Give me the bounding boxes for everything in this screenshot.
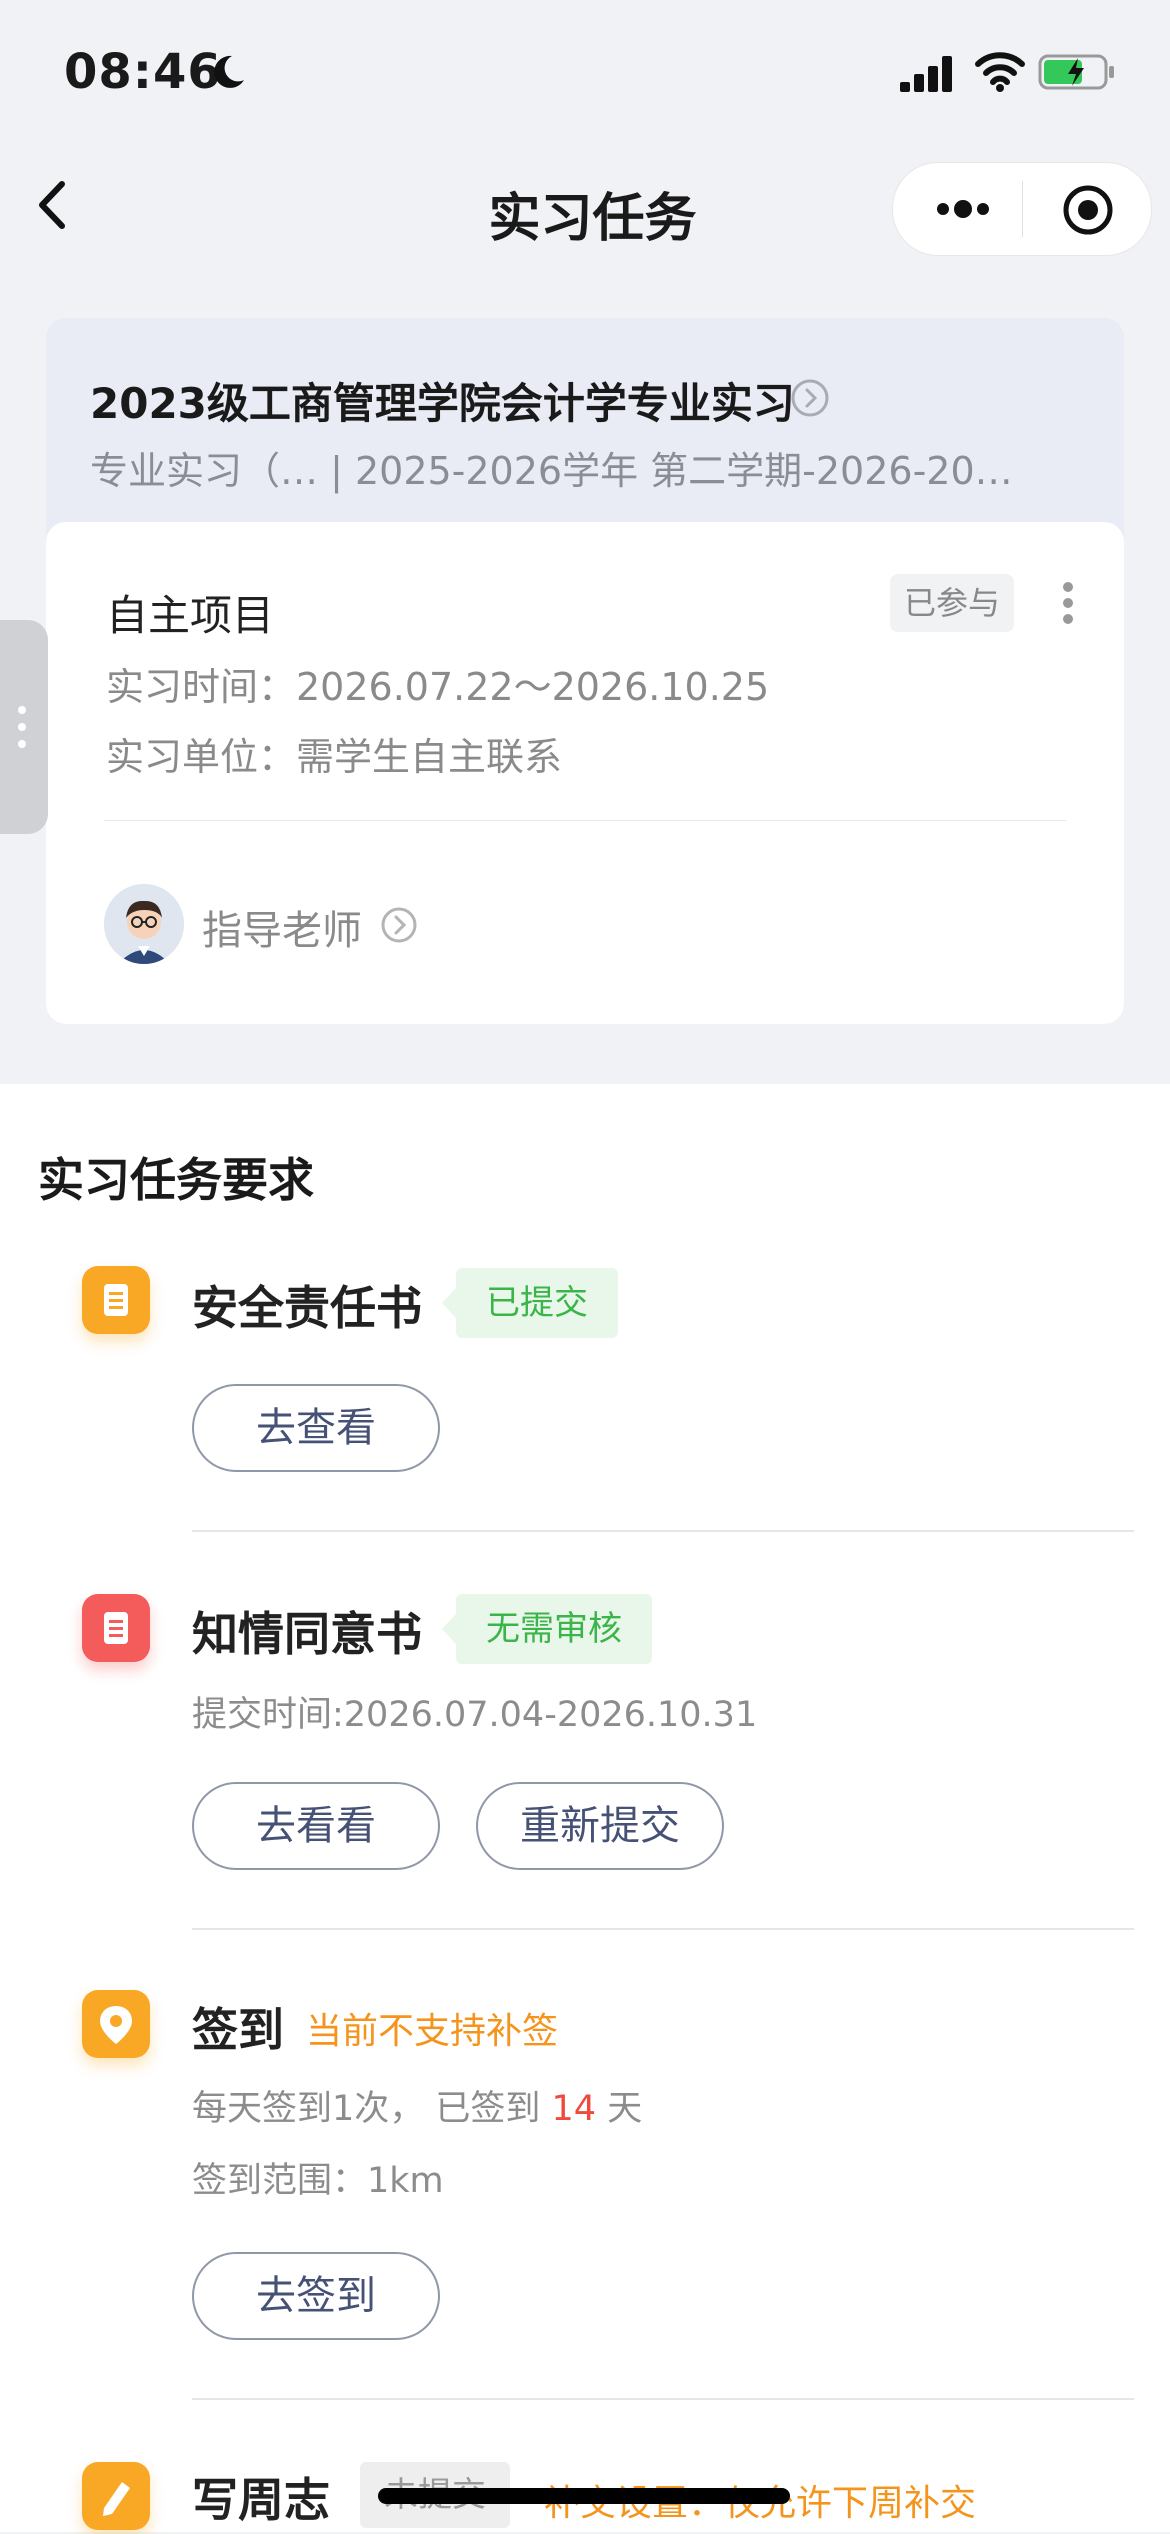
handle-dots-icon [18, 706, 26, 748]
checkin-range: 签到范围：1km [192, 2161, 444, 2201]
moon-icon [214, 55, 244, 88]
internship-time: 实习时间：2026.07.22～2026.10.25 [106, 665, 770, 709]
checkin-count: 14 [551, 2089, 597, 2129]
project-card: 自主项目 已参与 实习时间：2026.07.22～2026.10.25 实习单位… [46, 522, 1124, 1024]
more-options-icon[interactable] [933, 191, 993, 227]
resubmit-button[interactable]: 重新提交 [476, 1782, 724, 1870]
task-name: 写周志 [192, 2473, 330, 2527]
status-tag: 已提交 [442, 1268, 618, 1338]
task-name: 知情同意书 [192, 1607, 422, 1661]
chevron-right-circle-icon[interactable] [790, 378, 830, 418]
checkin-text: 每天签到1次， 已签到 [192, 2089, 552, 2129]
project-name: 自主项目 [106, 591, 275, 640]
requirements-panel: 实习任务要求 安全责任书 已提交 去查看 知情同意书 无需审核 提交时间:202… [0, 1084, 1170, 2532]
status-tag: 无需审核 [442, 1594, 652, 1664]
task-divider [192, 1530, 1134, 1532]
makeup-notice: 当前不支持补签 [306, 2011, 559, 2052]
task-divider [192, 1928, 1134, 1930]
status-badge: 已参与 [890, 574, 1014, 632]
checkin-unit: 天 [596, 2089, 643, 2129]
teacher-avatar[interactable] [104, 884, 184, 964]
document-icon [82, 1266, 150, 1334]
submit-time: 提交时间:2026.07.04-2026.10.31 [192, 1695, 758, 1735]
close-mini-program-icon[interactable] [1061, 183, 1115, 237]
teacher-label[interactable]: 指导老师 [202, 898, 362, 956]
card-divider [104, 820, 1066, 821]
internship-subtitle: 专业实习（… | 2025-2026学年 第二学期-2026-20… [90, 449, 1013, 493]
task-name: 安全责任书 [192, 1281, 422, 1335]
side-drawer-handle[interactable] [0, 620, 48, 834]
checkin-button[interactable]: 去签到 [192, 2252, 440, 2340]
section-title: 实习任务要求 [38, 1153, 314, 1207]
wifi-icon [975, 52, 1025, 92]
document-icon [82, 1594, 150, 1662]
mini-program-capsule [892, 162, 1152, 256]
view-button[interactable]: 去看看 [192, 1782, 440, 1870]
pencil-icon [82, 2462, 150, 2530]
view-button[interactable]: 去查看 [192, 1384, 440, 1472]
capsule-divider [1022, 181, 1023, 237]
task-divider [192, 2398, 1134, 2400]
avatar-illustration-icon [104, 884, 184, 964]
location-pin-icon [82, 1990, 150, 2058]
status-time: 08:46 [64, 44, 222, 100]
internship-header-card: 2023级工商管理学院会计学专业实习 专业实习（… | 2025-2026学年 … [46, 318, 1124, 1024]
chevron-right-circle-icon[interactable] [380, 906, 418, 944]
battery-icon [1038, 54, 1114, 90]
internship-unit: 实习单位：需学生自主联系 [106, 735, 563, 779]
internship-title[interactable]: 2023级工商管理学院会计学专业实习 [90, 370, 795, 431]
checkin-summary: 每天签到1次， 已签到 14 天 [192, 2080, 642, 2131]
kebab-menu-icon[interactable] [1056, 580, 1080, 626]
home-indicator[interactable] [378, 2488, 790, 2504]
task-name: 签到 [192, 2003, 284, 2057]
signal-icon [900, 56, 952, 92]
